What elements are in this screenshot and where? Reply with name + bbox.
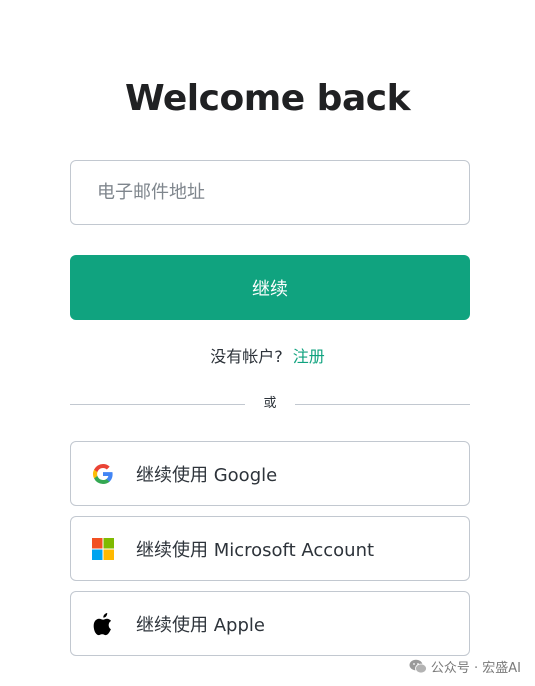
continue-button[interactable]: 继续 bbox=[70, 255, 470, 320]
email-field-container[interactable] bbox=[70, 160, 470, 225]
google-logo-icon bbox=[91, 462, 115, 486]
continue-with-microsoft-button[interactable]: 继续使用 Microsoft Account bbox=[70, 516, 470, 581]
or-divider: 或 bbox=[70, 395, 470, 413]
page-title: Welcome back bbox=[124, 78, 411, 119]
apple-button-label: 继续使用 Apple bbox=[136, 614, 265, 636]
continue-with-google-button[interactable]: 继续使用 Google bbox=[70, 441, 470, 506]
apple-logo-icon bbox=[91, 612, 115, 636]
signup-row: 没有帐户? 注册 bbox=[0, 343, 535, 367]
email-field[interactable] bbox=[71, 161, 469, 224]
watermark: 公众号 · 宏盛AI bbox=[409, 657, 521, 676]
signup-link[interactable]: 注册 bbox=[293, 347, 325, 366]
watermark-text: 公众号 · 宏盛AI bbox=[430, 661, 521, 676]
signup-prompt: 没有帐户? bbox=[210, 347, 283, 366]
microsoft-logo-icon bbox=[91, 537, 115, 561]
continue-with-apple-button[interactable]: 继续使用 Apple bbox=[70, 591, 470, 656]
wechat-icon bbox=[409, 659, 427, 674]
google-button-label: 继续使用 Google bbox=[136, 464, 278, 486]
divider-line-right bbox=[295, 404, 470, 405]
microsoft-button-label: 继续使用 Microsoft Account bbox=[136, 539, 375, 561]
